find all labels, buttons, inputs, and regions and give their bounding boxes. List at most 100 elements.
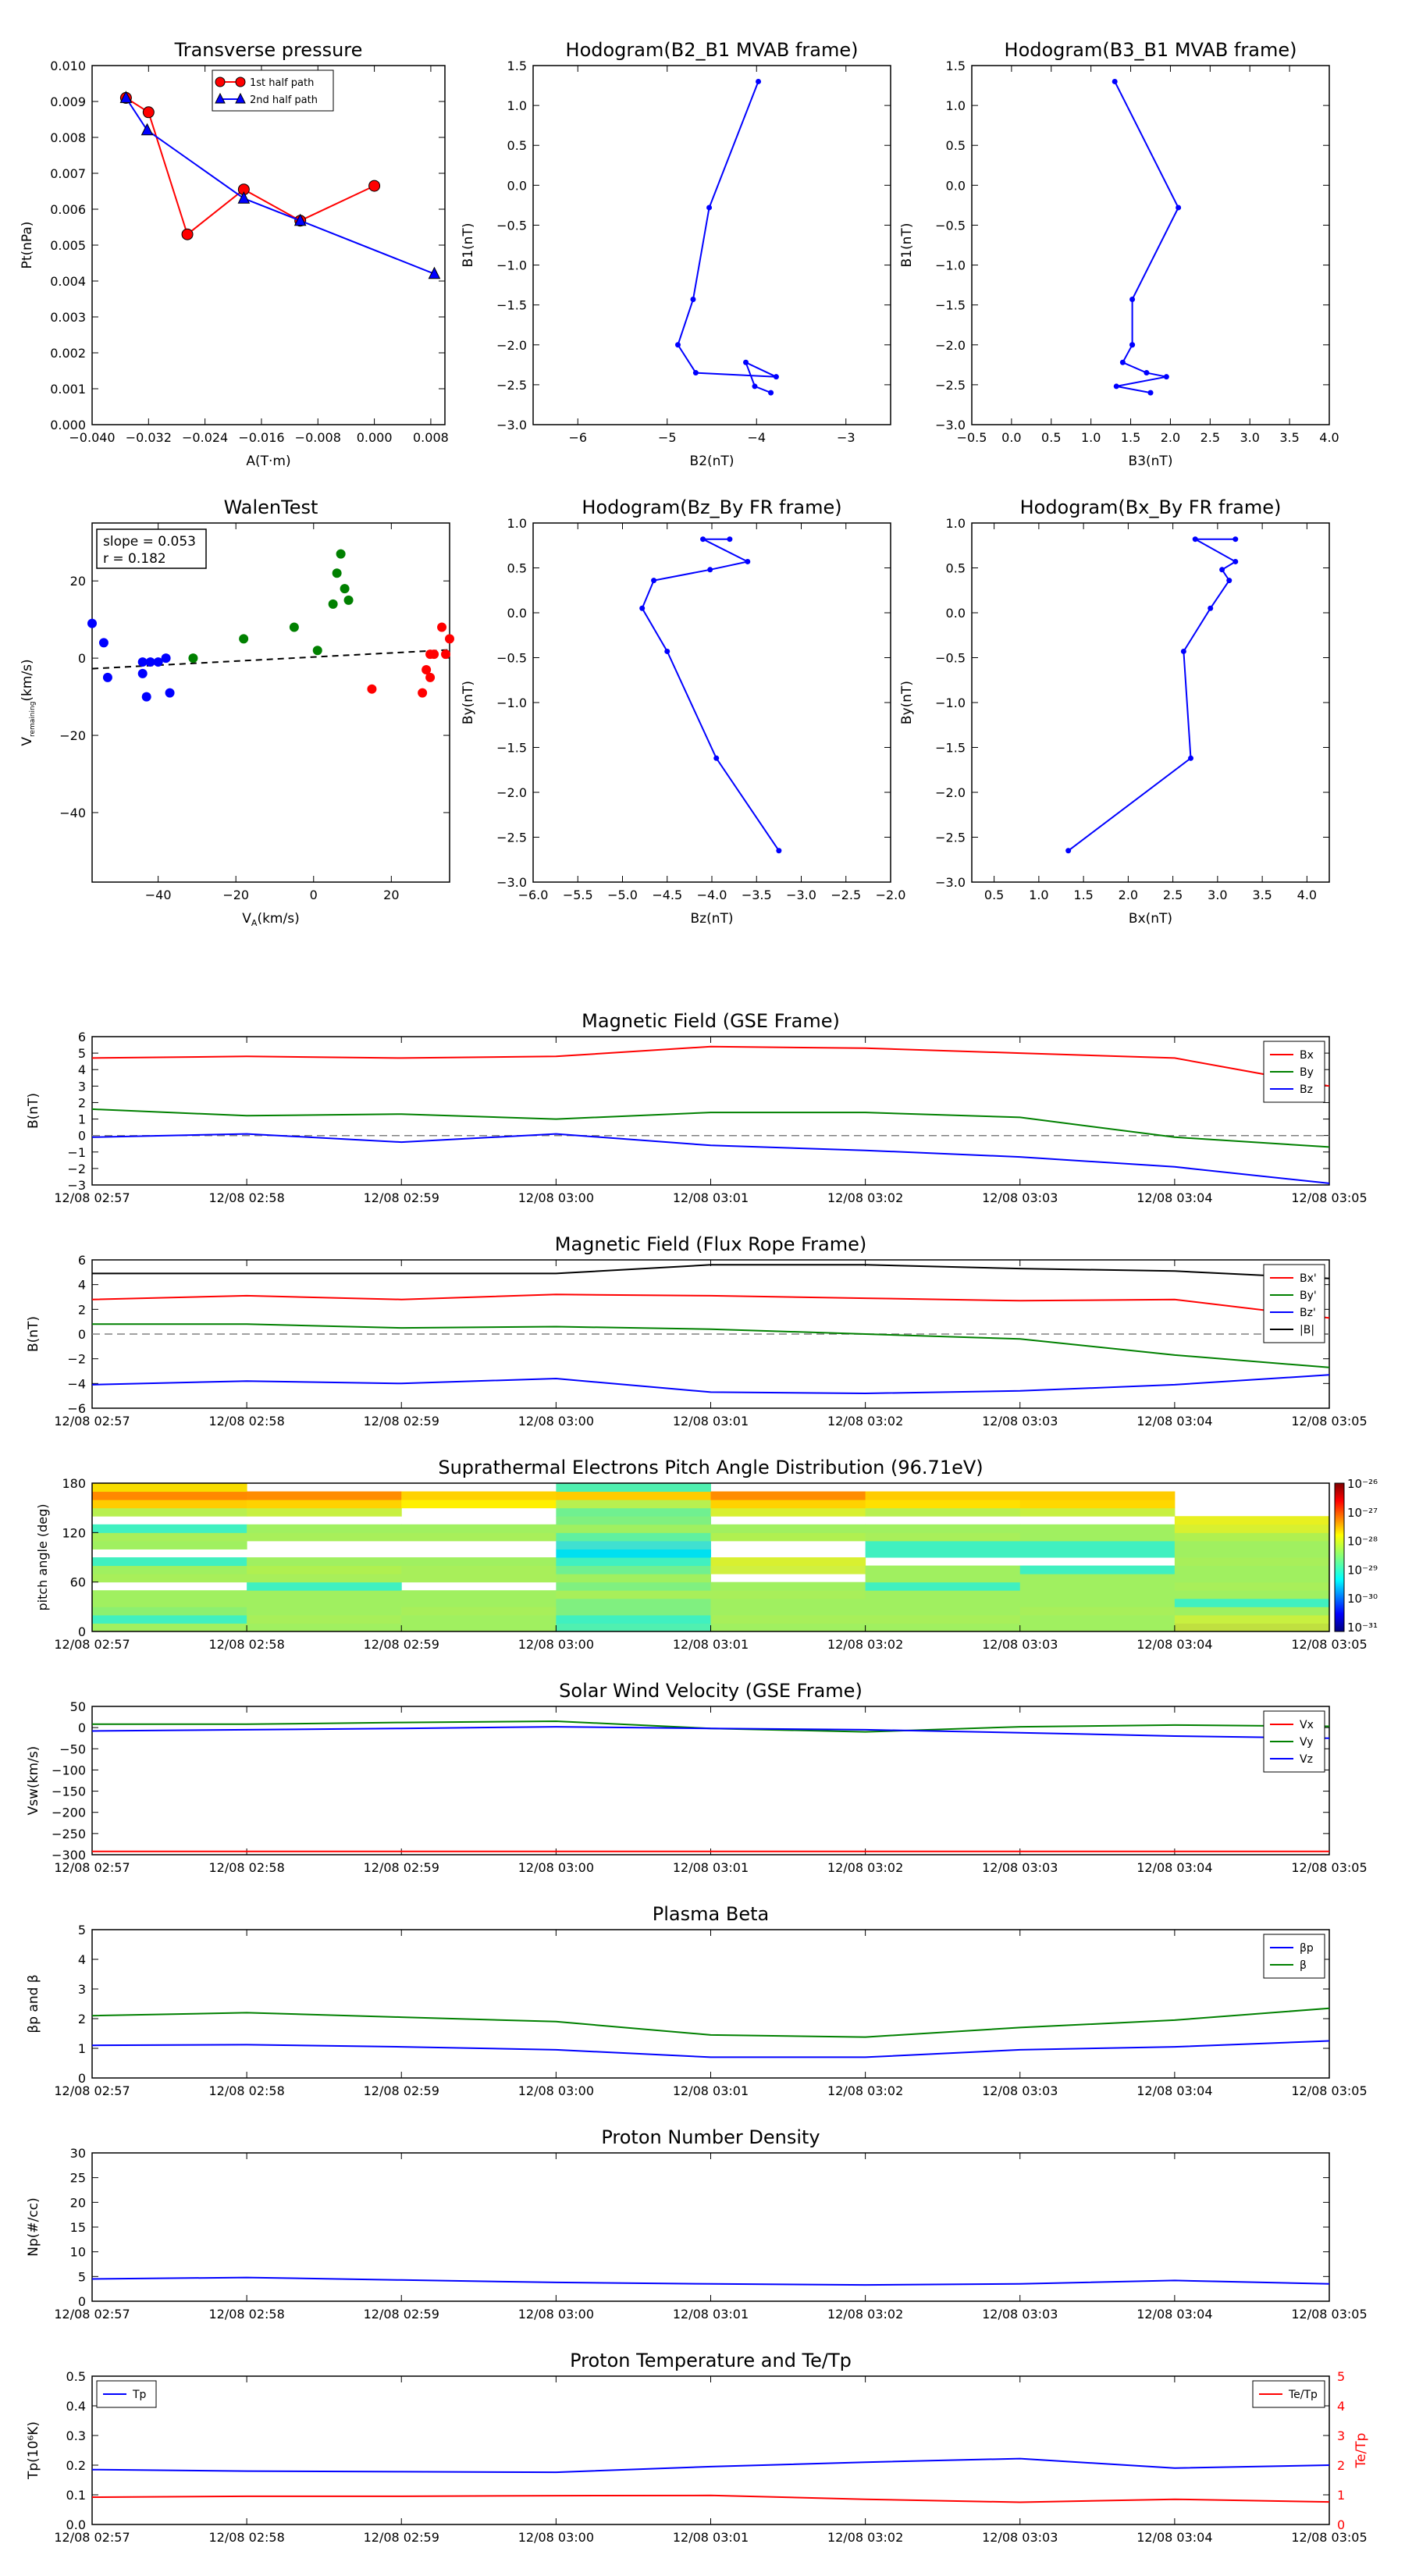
hodogram-b2-b1-ytick-label: 0.0 (507, 178, 527, 193)
hodogram-bx-by-point (1232, 558, 1239, 564)
pad-cell (92, 1524, 247, 1533)
sw-velocity-vz-line (91, 1726, 1330, 1739)
pad-cell (556, 1540, 711, 1550)
hodogram-b2-b1-point (752, 383, 758, 390)
walen-test-point (87, 618, 97, 628)
pad-colorbar-label: 10⁻²⁹ (1347, 1563, 1378, 1577)
pad-cell (865, 1598, 1021, 1607)
hodogram-b3-b1-ytick-label: 1.5 (946, 59, 966, 73)
hodogram-bx-by-ytick-label: −2.5 (935, 831, 966, 845)
transverse-pressure-point (181, 228, 194, 240)
hodogram-bx-by-point (1208, 605, 1214, 611)
mag-gse-ytick-label: 4 (78, 1062, 86, 1077)
proton-temp-frame (91, 2375, 1330, 2525)
pad-cell (247, 1606, 402, 1616)
hodogram-b3-b1-ytick-label: −1.5 (935, 298, 966, 313)
transverse-pressure-ytick-label: 0.007 (50, 166, 86, 181)
walen-test-annotation-slope: slope = 0.053 (103, 534, 196, 550)
hodogram-b3-b1-ytick-label: −2.5 (935, 378, 966, 393)
transverse-pressure-title: Transverse pressure (174, 39, 363, 61)
pad-colorbar-label: 10⁻²⁷ (1347, 1506, 1378, 1520)
pad-xtick-label: 12/08 03:02 (827, 1637, 903, 1652)
hodogram-bz-by-ylabel: By(nT) (461, 681, 476, 724)
pad-cell (710, 1557, 866, 1567)
hodogram-bx-by-series-0-line (1068, 538, 1237, 852)
pad-cell (710, 1582, 866, 1591)
transverse-pressure-frame (91, 65, 446, 425)
pad-cell (710, 1500, 866, 1509)
hodogram-bz-by-point (700, 536, 706, 543)
hodogram-bx-by-xtick-label: 2.5 (1163, 888, 1183, 902)
pad-cell (247, 1507, 402, 1517)
plasma-beta-chart: Plasma Beta01234512/08 02:57 12/08 02:58 1… (26, 1903, 1368, 2098)
pad-ytick-label: 60 (70, 1575, 86, 1590)
hodogram-bx-by-frame (971, 522, 1330, 883)
hodogram-b3-b1-point (1129, 342, 1136, 348)
hodogram-b3-b1-xtick-label: 4.0 (1319, 430, 1339, 445)
walen-test-ytick-label: −20 (59, 728, 86, 743)
plasma-beta-frame (91, 1929, 1330, 2079)
pad-colorbar-label: 10⁻³⁰ (1347, 1592, 1378, 1606)
pad-cell (865, 1491, 1021, 1500)
hodogram-bz-by-point (664, 648, 670, 654)
pad-cell (556, 1574, 711, 1583)
pad-xtick-label: 12/08 03:00 (518, 1637, 594, 1652)
pad-cell (1174, 1565, 1330, 1574)
mag-gse-frame (91, 1036, 1330, 1186)
mag-fr-xtick-label: 12/08 03:00 (518, 1414, 594, 1429)
mag-gse-xtick-label: 12/08 03:03 (982, 1190, 1058, 1205)
pad-cell (556, 1516, 711, 1525)
walen-test-point (289, 622, 299, 632)
mag-fr-ytick-label: 0 (78, 1327, 86, 1342)
pad-cell (865, 1500, 1021, 1509)
mag-gse-ytick-label: 2 (78, 1095, 86, 1110)
pad-cell (92, 1557, 247, 1567)
transverse-pressure-xtick-label: 0.000 (357, 430, 393, 445)
pad-cell (247, 1623, 402, 1632)
mag-fr-chart: Magnetic Field (Flux Rope Frame)−6−4−202… (26, 1233, 1368, 1429)
hodogram-b2-b1-point (768, 390, 774, 396)
proton-temp-xtick-label: 12/08 03:02 (827, 2530, 903, 2545)
pad-cell (1019, 1606, 1176, 1616)
mag-gse-ytick-label: 6 (78, 1030, 86, 1044)
pad-colorbar-label: 10⁻²⁸ (1347, 1535, 1378, 1549)
sw-velocity-title: Solar Wind Velocity (GSE Frame) (559, 1680, 863, 1702)
walen-test-xtick-label: −20 (222, 888, 249, 902)
pad-cell (247, 1500, 402, 1509)
pad-cell (1019, 1540, 1176, 1550)
hodogram-bx-by-point (1226, 578, 1232, 584)
hodogram-bx-by-xtick-label: 3.0 (1208, 888, 1227, 902)
hodogram-b3-b1-title: Hodogram(B3_B1 MVAB frame) (1005, 39, 1297, 61)
hodogram-bx-by-ytick-label: −1.5 (935, 741, 966, 756)
transverse-pressure-ytick-label: 0.001 (50, 382, 86, 397)
proton-density-xtick-label: 12/08 02:57 (54, 2307, 130, 2322)
walen-test-annotation-r: r = 0.182 (103, 551, 166, 567)
mag-fr-bx-line (91, 1293, 1330, 1319)
pad-cell (1174, 1532, 1330, 1542)
mag-gse-legend-label: Bz (1300, 1083, 1313, 1096)
pad-cell (1019, 1623, 1176, 1632)
pad-cell (1019, 1565, 1176, 1574)
proton-density-chart: Proton Number Density05101520253012/08 0… (26, 2126, 1368, 2322)
walen-test-point (102, 672, 112, 682)
transverse-pressure-ytick-label: 0.006 (50, 202, 86, 217)
pad-cell (1174, 1590, 1330, 1599)
hodogram-b3-b1-xtick-label: 1.5 (1121, 430, 1140, 445)
transverse-pressure-xlabel: A(T·m) (246, 454, 290, 469)
pad-cell (401, 1524, 557, 1533)
mag-fr-xtick-label: 12/08 03:03 (982, 1414, 1058, 1429)
pad-cell (92, 1598, 247, 1607)
hodogram-bz-by-ytick-label: −1.0 (496, 696, 527, 710)
proton-temp-xtick-label: 12/08 03:00 (518, 2530, 594, 2545)
transverse-pressure-series-0-line (125, 97, 375, 236)
walen-test-ytick-label: 20 (70, 574, 86, 589)
pad-cell (92, 1491, 247, 1500)
hodogram-b2-b1-point (773, 374, 779, 380)
walen-test-point (340, 584, 350, 594)
hodogram-bz-by-point (727, 536, 733, 543)
pad-cell (556, 1598, 711, 1607)
proton-density-ytick-label: 30 (70, 2146, 86, 2161)
pad-cell (92, 1500, 247, 1509)
proton-density-xtick-label: 12/08 03:02 (827, 2307, 903, 2322)
hodogram-bx-by-xtick-label: 3.5 (1252, 888, 1272, 902)
